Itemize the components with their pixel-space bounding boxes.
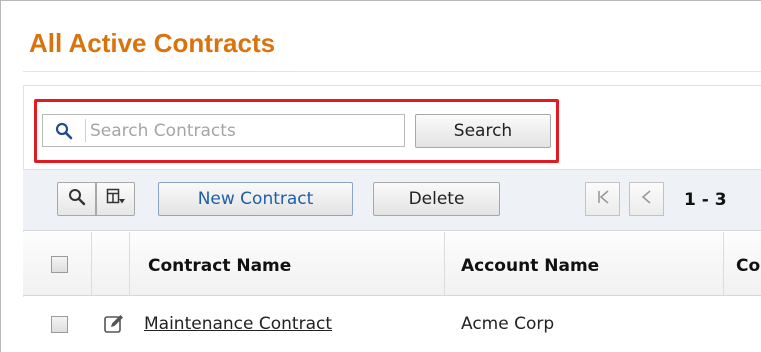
column-separator: [444, 232, 445, 296]
new-contract-button[interactable]: New Contract: [158, 182, 353, 216]
column-separator: [129, 232, 130, 296]
title-divider: [23, 71, 761, 72]
column-header-contract-name[interactable]: Contract Name: [148, 256, 291, 276]
previous-page-icon: [640, 189, 654, 209]
pager-range: 1 - 3: [684, 190, 727, 210]
table-header-row: [23, 232, 761, 296]
column-separator: [91, 232, 92, 296]
row-checkbox[interactable]: [51, 316, 68, 333]
search-field-separator: [85, 119, 86, 142]
select-all-checkbox[interactable]: [51, 256, 68, 273]
previous-page-button[interactable]: [629, 182, 664, 216]
column-chooser-button[interactable]: [96, 182, 135, 216]
column-separator: [723, 232, 724, 296]
search-field[interactable]: [42, 114, 405, 147]
search-button[interactable]: Search: [415, 114, 551, 148]
column-header-co[interactable]: Co: [736, 256, 760, 276]
delete-button[interactable]: Delete: [373, 182, 500, 216]
table-row: [23, 297, 761, 352]
column-header-account-name[interactable]: Account Name: [461, 256, 599, 276]
window-frame: All Active Contracts Search Contracts Se…: [0, 0, 761, 352]
search-icon: [43, 115, 84, 146]
contract-name-link[interactable]: Maintenance Contract: [144, 314, 332, 334]
toolbar-search-button[interactable]: [57, 182, 96, 216]
page-title: All Active Contracts: [29, 28, 276, 58]
edit-icon[interactable]: [103, 313, 125, 335]
first-page-button[interactable]: [585, 182, 620, 216]
first-page-icon: [596, 189, 610, 209]
search-input[interactable]: [90, 115, 400, 146]
search-icon: [68, 188, 86, 210]
columns-icon: [106, 188, 126, 210]
account-name-cell: Acme Corp: [461, 314, 555, 334]
